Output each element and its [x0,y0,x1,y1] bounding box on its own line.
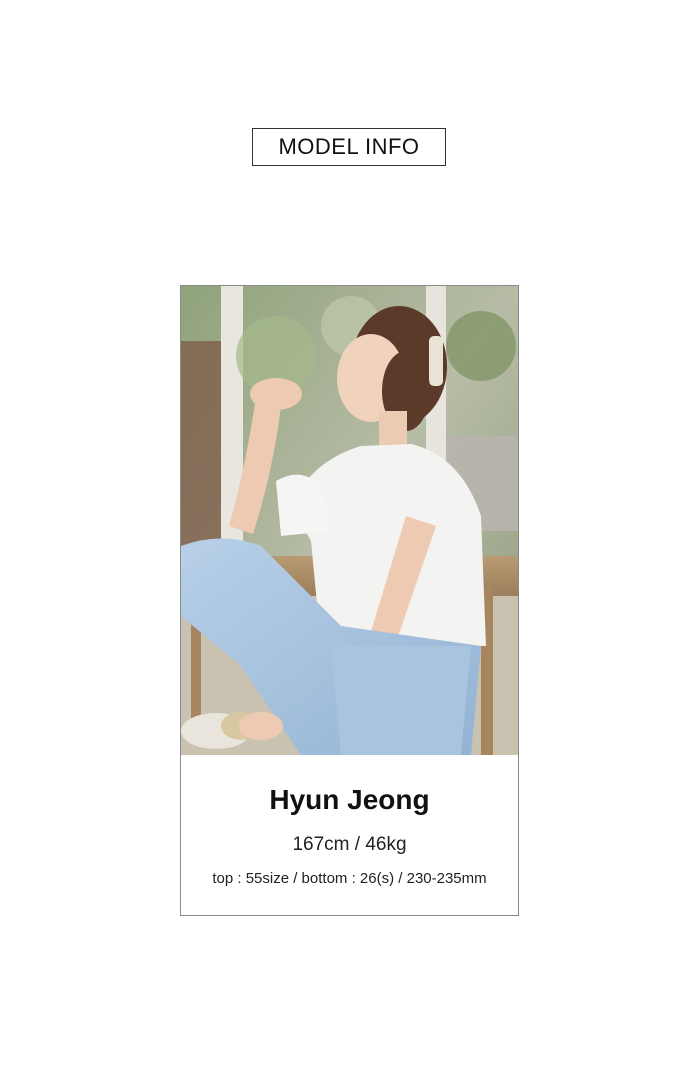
model-name: Hyun Jeong [269,784,430,815]
model-card: Hyun Jeong 167cm / 46kg top : 55size / b… [180,285,519,916]
model-height-weight: 167cm / 46kg [292,834,407,855]
model-photo [181,286,518,755]
model-size-info: top : 55size / bottom : 26(s) / 230-235m… [212,870,487,887]
section-title: MODEL INFO [252,128,446,166]
